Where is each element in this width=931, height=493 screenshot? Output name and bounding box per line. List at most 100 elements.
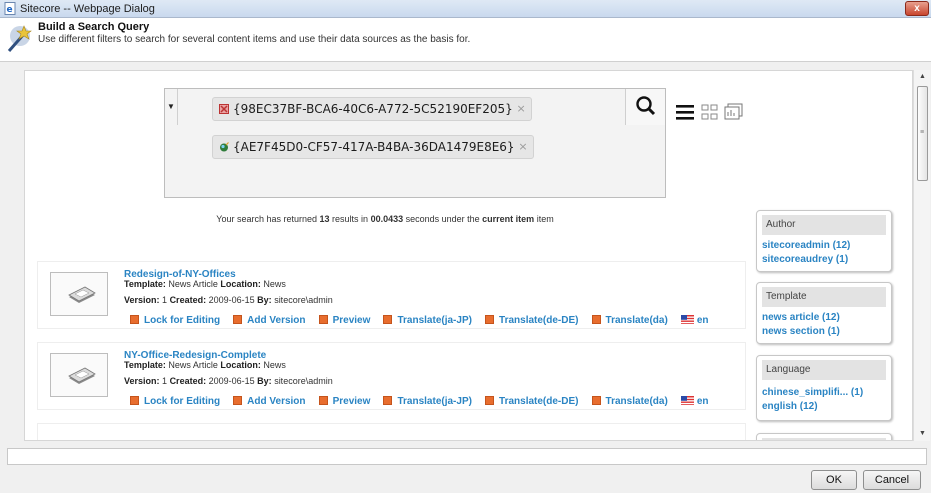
status-field: [7, 448, 927, 465]
result-template-line: Template: News Article Location: News: [124, 360, 286, 370]
translate-da-button[interactable]: Translate(da): [591, 396, 668, 407]
search-summary: Your search has returned 13 results in 0…: [25, 214, 745, 224]
lock-for-editing-button[interactable]: Lock for Editing: [130, 315, 220, 326]
dialog-header: Build a Search Query Use different filte…: [0, 18, 931, 62]
chart-view-icon[interactable]: [724, 103, 743, 120]
view-mode-toolbar: [676, 101, 756, 128]
action-label: Preview: [332, 315, 371, 326]
scrollbar-thumb[interactable]: ≡: [917, 86, 928, 181]
facet-heading: [762, 438, 886, 440]
grip-icon: ≡: [920, 129, 925, 136]
search-button[interactable]: [625, 89, 665, 125]
by-value: sitecore\admin: [274, 376, 333, 386]
translate-icon: [485, 315, 495, 324]
template-label: Template:: [124, 279, 166, 289]
add-version-button[interactable]: Add Version: [233, 396, 306, 407]
add-version-button[interactable]: Add Version: [233, 315, 306, 326]
search-tag[interactable]: {AE7F45D0-CF57-417A-B4BA-36DA1479E8E6} ×: [212, 135, 534, 159]
action-label: Lock for Editing: [144, 396, 221, 407]
result-actions: Lock for Editing Add Version Preview Tra…: [130, 314, 719, 326]
created-label: Created:: [169, 376, 207, 386]
action-label: Lock for Editing: [144, 315, 221, 326]
remove-tag-icon[interactable]: ×: [518, 136, 527, 158]
location-label: Location:: [220, 360, 261, 370]
window-titlebar: e Sitecore -- Webpage Dialog x: [0, 0, 931, 18]
search-tag-label: {98EC37BF-BCA6-40C6-A772-5C52190EF205}: [233, 102, 513, 116]
translate-ja-button[interactable]: Translate(ja-JP): [383, 315, 472, 326]
result-thumbnail[interactable]: [50, 272, 108, 316]
action-label: Translate(ja-JP): [397, 315, 472, 326]
search-result[interactable]: Redesign-of-NY-Offices Template: News Ar…: [37, 261, 746, 329]
window-close-button[interactable]: x: [905, 1, 929, 16]
action-label: Translate(ja-JP): [397, 396, 472, 407]
created-value: 2009-06-15: [208, 376, 255, 386]
search-content-area: ▼ {98EC37BF-BCA6-40C6-A772-5C52190EF205}…: [24, 70, 913, 441]
lock-for-editing-button[interactable]: Lock for Editing: [130, 396, 220, 407]
search-tag-label: {AE7F45D0-CF57-417A-B4BA-36DA1479E8E6}: [233, 140, 515, 154]
translate-de-button[interactable]: Translate(de-DE): [485, 396, 578, 407]
scroll-up-arrow-icon[interactable]: ▲: [914, 70, 931, 84]
search-time: 00.0433: [370, 214, 404, 224]
ok-button[interactable]: OK: [811, 470, 857, 490]
preview-button[interactable]: Preview: [318, 315, 371, 326]
add-version-icon: [233, 315, 243, 324]
summary-text: Your search has returned: [216, 214, 320, 224]
svg-text:e: e: [7, 5, 13, 15]
facet-item[interactable]: sitecoreadmin (12): [762, 239, 891, 253]
result-thumbnail[interactable]: [50, 353, 108, 397]
result-version-line: Version: 1 Created: 2009-06-15 By: sitec…: [124, 376, 333, 386]
action-label: Preview: [332, 396, 371, 407]
dialog-title: Build a Search Query: [38, 21, 150, 33]
facet-heading: Template: [762, 287, 886, 307]
facet-item[interactable]: sitecoreaudrey (1): [762, 253, 891, 267]
list-view-icon[interactable]: [676, 105, 694, 120]
summary-text: results in: [329, 214, 371, 224]
search-query-box[interactable]: ▼ {98EC37BF-BCA6-40C6-A772-5C52190EF205}…: [164, 88, 666, 198]
translate-ja-button[interactable]: Translate(ja-JP): [383, 396, 472, 407]
remove-tag-icon[interactable]: ×: [517, 98, 526, 120]
search-result[interactable]: NY-Office-Redesign-Complete Template: Ne…: [37, 342, 746, 410]
translate-icon: [383, 396, 393, 405]
facet-item[interactable]: news article (12): [762, 311, 891, 325]
search-scope: current item: [482, 214, 535, 224]
result-count: 13: [319, 214, 330, 224]
action-label: Translate(de-DE): [499, 396, 579, 407]
translate-da-button[interactable]: Translate(da): [591, 315, 668, 326]
facet-heading: Language: [762, 360, 886, 380]
scroll-down-arrow-icon[interactable]: ▼: [914, 427, 931, 441]
add-version-icon: [233, 396, 243, 405]
cancel-button[interactable]: Cancel: [863, 470, 921, 490]
translate-icon: [383, 315, 393, 324]
us-flag-icon: [680, 396, 694, 405]
search-icon: [636, 96, 656, 116]
version-value: 1: [162, 376, 168, 386]
facet-item[interactable]: news section (1): [762, 325, 891, 339]
facet-author: Author sitecoreadmin (12) sitecoreaudrey…: [756, 210, 892, 272]
search-tag[interactable]: {98EC37BF-BCA6-40C6-A772-5C52190EF205} ×: [212, 97, 532, 121]
preview-icon: [318, 396, 328, 405]
search-result-partial[interactable]: [37, 423, 746, 440]
created-value: 2009-06-15: [208, 295, 255, 305]
template-label: Template:: [124, 360, 166, 370]
version-value: 1: [162, 295, 168, 305]
grid-view-icon[interactable]: [701, 104, 718, 120]
vertical-scrollbar[interactable]: ▲ ≡ ▼: [913, 70, 930, 441]
facet-template: Template news article (12) news section …: [756, 282, 892, 344]
document-stack-icon: [68, 286, 96, 303]
by-label: By:: [257, 295, 272, 305]
location-value: News: [263, 279, 286, 289]
template-value: News Article: [168, 360, 218, 370]
facet-partial: [756, 433, 892, 440]
lock-icon: [130, 396, 139, 405]
filter-dropdown-arrow-icon[interactable]: ▼: [165, 89, 178, 125]
us-flag-icon: [680, 315, 694, 324]
preview-button[interactable]: Preview: [318, 396, 371, 407]
translate-de-button[interactable]: Translate(de-DE): [485, 315, 578, 326]
action-label: Translate(de-DE): [499, 315, 579, 326]
document-stack-icon: [68, 367, 96, 384]
facet-item[interactable]: chinese_simplifi... (1): [762, 386, 891, 400]
action-label: en: [696, 396, 709, 407]
language-en-button[interactable]: en: [680, 396, 709, 407]
language-en-button[interactable]: en: [680, 315, 709, 326]
facet-item[interactable]: english (12): [762, 400, 891, 414]
